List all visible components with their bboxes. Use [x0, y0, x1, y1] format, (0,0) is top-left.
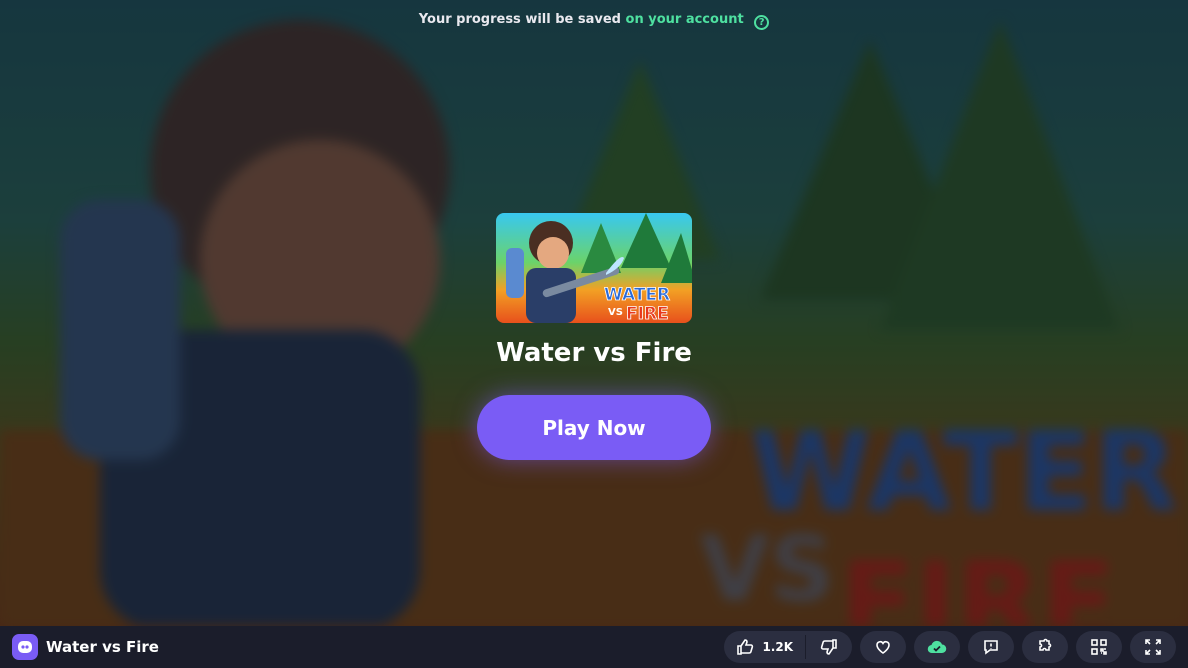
- bottom-bar: Water vs Fire 1.2K: [0, 626, 1188, 668]
- notice-text: Your progress will be saved: [418, 12, 621, 27]
- qr-code-icon: [1091, 639, 1107, 655]
- svg-text:FIRE: FIRE: [626, 304, 669, 323]
- game-stage: WATER VS FIRE Your progress will be save…: [0, 0, 1188, 626]
- cloud-check-icon: [927, 640, 947, 654]
- embed-button[interactable]: [1022, 631, 1068, 663]
- play-now-button[interactable]: Play Now: [477, 395, 711, 460]
- qr-code-button[interactable]: [1076, 631, 1122, 663]
- thumbs-down-icon: [820, 639, 837, 655]
- logo-icon[interactable]: [12, 634, 38, 660]
- thumbs-up-icon: [737, 639, 754, 655]
- action-toolbar: 1.2K: [724, 631, 1176, 663]
- report-button[interactable]: [968, 631, 1014, 663]
- game-title: Water vs Fire: [496, 338, 692, 368]
- dislike-button[interactable]: [806, 631, 852, 663]
- question-circle-icon[interactable]: ?: [754, 15, 770, 30]
- favorite-button[interactable]: [860, 631, 906, 663]
- heart-icon: [876, 641, 890, 654]
- bottom-game-title: Water vs Fire: [46, 638, 159, 656]
- like-button[interactable]: 1.2K: [724, 631, 805, 663]
- fullscreen-icon: [1145, 639, 1161, 655]
- cloud-save-button[interactable]: [914, 631, 960, 663]
- report-icon: [984, 640, 998, 655]
- progress-notice: Your progress will be saved on your acco…: [0, 12, 1188, 30]
- fullscreen-button[interactable]: [1130, 631, 1176, 663]
- svg-text:WATER: WATER: [604, 285, 670, 305]
- svg-text:VS: VS: [608, 307, 623, 318]
- notice-account-link[interactable]: on your account: [626, 12, 744, 27]
- like-group: 1.2K: [724, 631, 852, 663]
- like-count: 1.2K: [762, 640, 793, 654]
- puzzle-icon: [1039, 638, 1052, 651]
- game-thumbnail: WATER VS FIRE: [496, 213, 692, 323]
